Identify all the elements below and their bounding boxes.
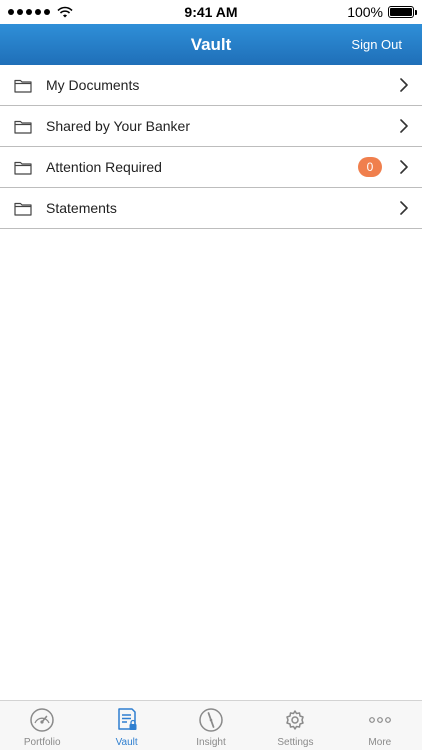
signal-dot — [17, 9, 23, 15]
tab-vault[interactable]: Vault — [84, 701, 168, 750]
list-item-label: Statements — [46, 200, 117, 216]
status-bar: 9:41 AM 100% — [0, 0, 422, 24]
folder-icon — [14, 79, 32, 93]
more-dots-icon — [368, 717, 391, 723]
signal-dot — [44, 9, 50, 15]
chevron-right-icon — [400, 201, 408, 215]
gauge-icon — [30, 708, 54, 732]
gear-icon — [286, 710, 305, 730]
list-item-label: My Documents — [46, 77, 140, 93]
signal-indicator — [8, 6, 73, 18]
list-item-attention-required[interactable]: Attention Required 0 — [0, 147, 422, 188]
wifi-icon — [57, 6, 73, 18]
tab-label: Insight — [196, 737, 226, 748]
list-item-label: Attention Required — [46, 159, 162, 175]
count-badge: 0 — [358, 157, 382, 177]
list-item-shared-by-banker[interactable]: Shared by Your Banker — [0, 106, 422, 147]
folder-icon — [14, 161, 32, 175]
folder-icon — [14, 120, 32, 134]
list-item-label: Shared by Your Banker — [46, 118, 190, 134]
tab-label: Settings — [277, 737, 314, 748]
tab-bar: Portfolio Vault Insight Settings More — [0, 700, 422, 750]
tab-label: More — [368, 737, 392, 748]
folder-icon — [14, 202, 32, 216]
page-title: Vault — [190, 34, 232, 54]
nav-bar: Vault Sign Out — [0, 24, 422, 65]
signal-dot — [26, 9, 32, 15]
chevron-right-icon — [400, 78, 408, 92]
tab-more[interactable]: More — [338, 701, 422, 750]
document-lock-icon — [117, 708, 137, 730]
battery-percent: 100% — [347, 4, 383, 20]
vault-folder-list: My Documents Shared by Your Banker Atten… — [0, 65, 422, 229]
list-item-my-documents[interactable]: My Documents — [0, 65, 422, 106]
signal-dot — [8, 9, 14, 15]
compass-icon — [199, 708, 223, 732]
tab-label: Portfolio — [23, 737, 61, 748]
battery-icon — [388, 6, 417, 18]
sign-out-button[interactable]: Sign Out — [351, 37, 402, 52]
tab-portfolio[interactable]: Portfolio — [0, 701, 84, 750]
list-item-statements[interactable]: Statements — [0, 188, 422, 229]
chevron-right-icon — [400, 160, 408, 174]
tab-insight[interactable]: Insight — [169, 701, 253, 750]
tab-label: Vault — [115, 737, 138, 748]
tab-settings[interactable]: Settings — [253, 701, 337, 750]
chevron-right-icon — [400, 119, 408, 133]
signal-dot — [35, 9, 41, 15]
